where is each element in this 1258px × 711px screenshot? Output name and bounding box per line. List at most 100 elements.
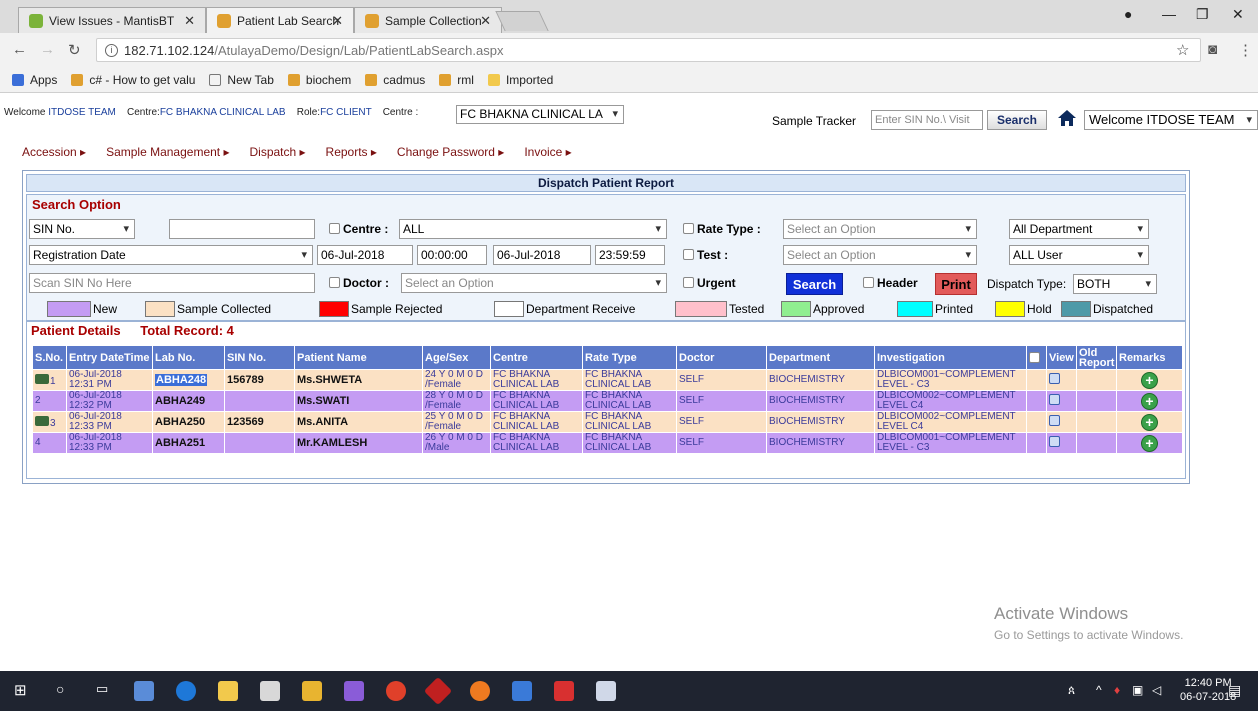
view-report-icon[interactable] — [1049, 394, 1060, 405]
firefox-icon[interactable] — [470, 681, 490, 701]
tracker-search-button[interactable]: Search — [987, 110, 1047, 130]
close-icon[interactable]: ✕ — [332, 13, 343, 29]
notification-icon[interactable]: ▤ — [1228, 682, 1241, 699]
select-all-checkbox[interactable] — [1029, 351, 1040, 363]
main-menu: Accession ▸ Sample Management ▸ Dispatch… — [22, 145, 592, 159]
cortana-icon[interactable]: ○ — [56, 681, 64, 697]
word-icon[interactable] — [596, 681, 616, 701]
cell-lab-no[interactable]: ABHA250 — [152, 411, 225, 433]
centre-checkbox[interactable] — [329, 223, 340, 234]
security-icon[interactable]: ♦ — [1114, 683, 1120, 697]
add-remark-icon[interactable]: + — [1141, 413, 1158, 431]
menu-invoice[interactable]: Invoice ▸ — [524, 145, 571, 159]
reload-icon[interactable]: ↻ — [68, 41, 81, 59]
minimize-icon[interactable]: — — [1162, 6, 1176, 22]
close-window-icon[interactable]: ✕ — [1232, 6, 1244, 23]
view-report-icon[interactable] — [1049, 373, 1060, 384]
centre-filter-select[interactable]: ALL — [399, 219, 667, 239]
doctor-checkbox[interactable] — [329, 277, 340, 288]
app-icon[interactable] — [512, 681, 532, 701]
cell-lab-no[interactable]: ABHA248 — [152, 369, 225, 391]
restore-icon[interactable]: ❐ — [1196, 6, 1209, 23]
tab-mantis[interactable]: View Issues - MantisBT ✕ — [18, 7, 206, 33]
add-remark-icon[interactable]: + — [1141, 392, 1158, 410]
url-input[interactable]: i 182.71.102.124/AtulayaDemo/Design/Lab/… — [96, 38, 1201, 62]
close-icon[interactable]: ✕ — [480, 13, 491, 29]
edge-icon[interactable] — [176, 681, 196, 701]
search-button[interactable]: Search — [786, 273, 843, 295]
test-checkbox[interactable] — [683, 249, 694, 260]
user-select[interactable]: ALL User — [1009, 245, 1149, 265]
view-report-icon[interactable] — [1049, 436, 1060, 447]
menu-icon[interactable]: ⋮ — [1238, 41, 1253, 59]
scan-sin-input[interactable]: Scan SIN No Here — [29, 273, 315, 293]
windows-start-icon[interactable]: ⊞ — [14, 681, 27, 699]
dispatch-type-select[interactable]: BOTH — [1073, 274, 1157, 294]
bookmark-star-icon[interactable]: ☆ — [1176, 41, 1189, 59]
bookmark-imported[interactable]: Imported — [487, 73, 553, 87]
user-menu-select[interactable]: Welcome ITDOSE TEAM — [1084, 110, 1258, 130]
cell-lab-no[interactable]: ABHA251 — [152, 432, 225, 454]
menu-change-password[interactable]: Change Password ▸ — [397, 145, 504, 159]
menu-accession[interactable]: Accession ▸ — [22, 145, 86, 159]
doctor-select[interactable]: Select an Option — [401, 273, 667, 293]
explorer-icon[interactable] — [302, 681, 322, 701]
task-view-icon[interactable]: ▭ — [96, 681, 108, 697]
people-icon[interactable]: ጰ — [1068, 683, 1075, 698]
to-date-input[interactable]: 06-Jul-2018 — [493, 245, 591, 265]
home-icon[interactable] — [1057, 108, 1077, 128]
rate-type-select[interactable]: Select an Option — [783, 219, 977, 239]
app-icon[interactable] — [134, 681, 154, 701]
add-remark-icon[interactable]: + — [1141, 371, 1158, 389]
rate-type-checkbox[interactable] — [683, 223, 694, 234]
volume-icon[interactable]: ◁ — [1152, 683, 1161, 697]
menu-sample-management[interactable]: Sample Management ▸ — [106, 145, 229, 159]
close-icon[interactable]: ✕ — [184, 13, 195, 29]
sin-input[interactable] — [169, 219, 315, 239]
add-remark-icon[interactable]: + — [1141, 434, 1158, 452]
view-report-icon[interactable] — [1049, 415, 1060, 426]
cell-lab-no[interactable]: ABHA249 — [152, 390, 225, 412]
bookmark-cadmus[interactable]: cadmus — [365, 73, 425, 87]
from-time-input[interactable]: 00:00:00 — [417, 245, 487, 265]
date-type-select[interactable]: Registration Date — [29, 245, 313, 265]
bookmark-rml[interactable]: rml — [439, 73, 474, 87]
app-icon[interactable] — [423, 676, 453, 706]
sample-tracker-input[interactable]: Enter SIN No.\ Visit — [871, 110, 983, 130]
header-checkbox[interactable] — [863, 277, 874, 288]
menu-reports[interactable]: Reports ▸ — [326, 145, 377, 159]
store-icon[interactable] — [218, 681, 238, 701]
tab-patient-lab-search[interactable]: Patient Lab Search ✕ — [206, 7, 354, 33]
mail-icon[interactable] — [260, 681, 280, 701]
back-icon[interactable]: ← — [12, 41, 27, 58]
print-button[interactable]: Print — [935, 273, 977, 295]
profile-icon[interactable]: ● — [1124, 6, 1132, 22]
chrome-icon[interactable] — [386, 681, 406, 701]
to-time-input[interactable]: 23:59:59 — [595, 245, 665, 265]
bookmark-csharp[interactable]: c# - How to get valu — [71, 73, 195, 87]
bookmark-apps[interactable]: Apps — [12, 73, 57, 87]
from-date-input[interactable]: 06-Jul-2018 — [317, 245, 413, 265]
forward-icon[interactable]: → — [40, 41, 55, 58]
table-row[interactable]: 1 06-Jul-2018 12:31 PM ABHA248 156789 Ms.SHWE… — [32, 369, 1183, 391]
visual-studio-icon[interactable] — [344, 681, 364, 701]
test-select[interactable]: Select an Option — [783, 245, 977, 265]
table-row[interactable]: 2 06-Jul-2018 12:32 PM ABHA249 Ms.SWATI 28 Y … — [32, 390, 1183, 412]
menu-dispatch[interactable]: Dispatch ▸ — [249, 145, 305, 159]
app-icon[interactable] — [554, 681, 574, 701]
tab-sample-collection[interactable]: Sample Collection ✕ — [354, 7, 502, 33]
centre-select[interactable]: FC BHAKNA CLINICAL LA — [456, 105, 624, 124]
department-select[interactable]: All Department — [1009, 219, 1149, 239]
urgent-checkbox[interactable] — [683, 277, 694, 288]
cell-investigation: DLBICOM001~COMPLEMENT LEVEL - C3 — [874, 369, 1027, 391]
sin-type-select[interactable]: SIN No. — [29, 219, 135, 239]
tray-chevron-icon[interactable]: ^ — [1096, 683, 1102, 697]
bookmark-newtab[interactable]: New Tab — [209, 73, 274, 87]
network-icon[interactable]: ▣ — [1132, 683, 1143, 697]
table-row[interactable]: 4 06-Jul-2018 12:33 PM ABHA251 Mr.KAMLESH 26 … — [32, 432, 1183, 454]
info-icon[interactable]: i — [105, 43, 118, 57]
bookmark-biochem[interactable]: biochem — [287, 73, 351, 87]
camera-icon[interactable]: ◙ — [1208, 41, 1217, 58]
table-row[interactable]: 3 06-Jul-2018 12:33 PM ABHA250 123569 Ms.ANIT… — [32, 411, 1183, 433]
new-tab-button[interactable] — [495, 11, 549, 31]
